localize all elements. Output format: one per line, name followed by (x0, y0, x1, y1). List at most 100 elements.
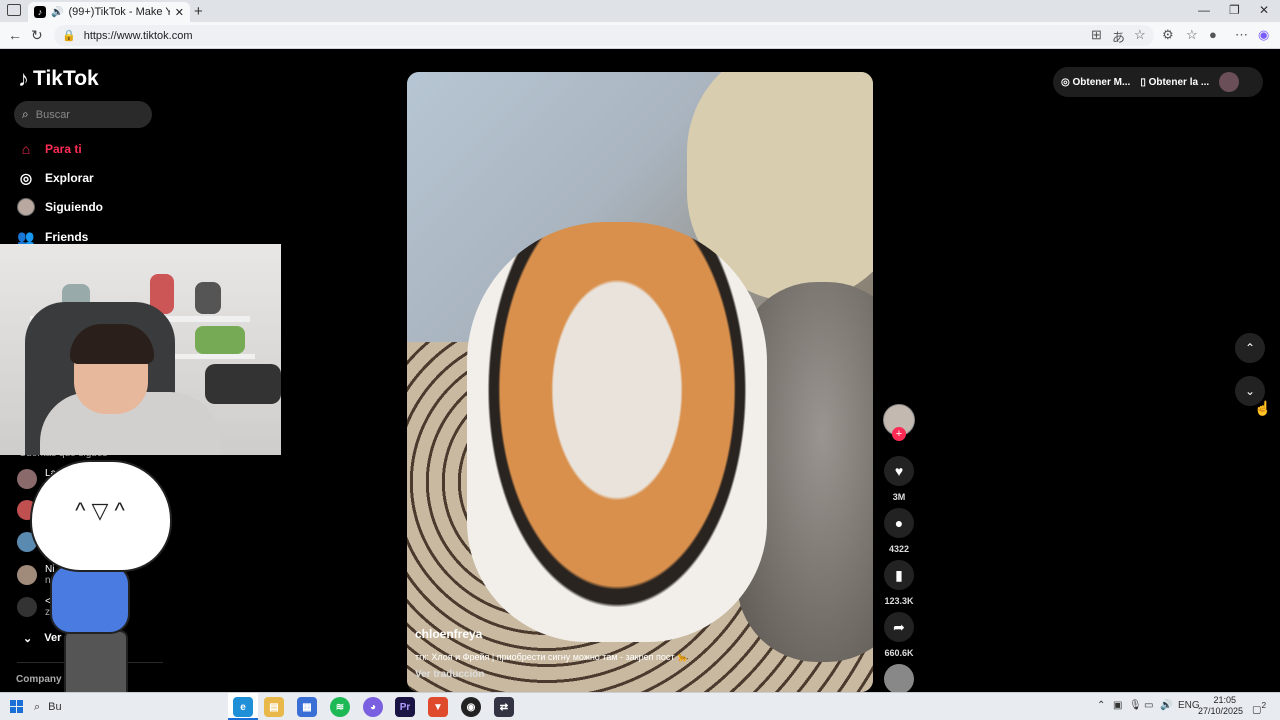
taskbar-search[interactable]: ⌕ Bu (34, 697, 224, 717)
microphone (205, 364, 281, 404)
language-indicator[interactable]: ENG (1178, 700, 1200, 711)
tiktok-note-icon: ♪ (18, 66, 29, 91)
heart-icon: ♥ (884, 456, 914, 486)
get-app-label: Obtener la ... (1148, 76, 1210, 88)
streamer-hair (70, 324, 154, 364)
creator-avatar[interactable]: + (881, 404, 917, 441)
extensions-icon[interactable]: ⚙ (1162, 27, 1174, 43)
close-tab-icon[interactable]: ✕ (175, 6, 184, 19)
comment-count: 4322 (888, 544, 910, 554)
sidebar-toggle-icon[interactable] (7, 4, 21, 16)
webcam-overlay (0, 244, 281, 455)
music-disc-button[interactable] (881, 664, 917, 692)
favorite-star-icon[interactable]: ☆ (1134, 27, 1146, 43)
share-button[interactable]: ➦ 660.6K (881, 612, 917, 658)
app-available-icon[interactable]: ⊞ (1091, 27, 1102, 43)
nav-para-ti[interactable]: ⌂ Para ti (17, 140, 82, 158)
calico-cat-image (467, 222, 767, 642)
search-icon: ⌕ (34, 700, 41, 713)
figure-image (195, 282, 221, 314)
top-right-bar: ◎ Obtener M... ▯ Obtener la ... (1053, 67, 1263, 97)
windows-taskbar: ⌕ Bu e ▤ ▦ ≋ ◕ Pr ▼ ◉ ⇄ ⌃ ▣ 🎙 ▭ 🔊 ENG 21… (0, 692, 1280, 720)
reload-button[interactable]: ↻ (31, 27, 43, 44)
clock[interactable]: 21:05 27/10/2025 (1198, 695, 1244, 717)
vtuber-legs (64, 630, 128, 700)
like-button[interactable]: ♥ 3M (881, 456, 917, 502)
taskbar-search-text: Bu (48, 701, 62, 713)
new-tab-button[interactable]: + (194, 3, 203, 20)
url-text: https://www.tiktok.com (83, 29, 193, 42)
chevron-up-icon: ⌃ (1244, 341, 1256, 355)
compass-icon: ◎ (19, 169, 33, 186)
tiktok-logo[interactable]: ♪ TikTok (18, 66, 99, 92)
mouse-cursor-icon: ☝ (1254, 400, 1272, 416)
save-button[interactable]: ▮ 123.3K (881, 560, 917, 606)
chevron-down-icon: ⌄ (1244, 384, 1256, 398)
notification-icon[interactable]: ▢2 (1252, 700, 1266, 715)
microphone-icon[interactable]: 🎙 (1129, 700, 1142, 711)
vtuber-face: ^ ▽ ^ (75, 498, 125, 523)
home-icon: ⌂ (21, 141, 31, 157)
nav-label: Friends (45, 230, 89, 244)
share-icon: ➦ (884, 612, 914, 642)
premiere-icon[interactable]: Pr (395, 697, 415, 717)
vtuber-avatar-overlay: ^ ▽ ^ (20, 458, 180, 718)
get-app-button[interactable]: ▯ Obtener la ... (1140, 77, 1209, 88)
close-window-button[interactable]: ✕ (1259, 3, 1269, 17)
collections-icon[interactable]: ☆ (1186, 27, 1198, 43)
browser-tab[interactable]: ♪ 🔊 (99+)TikTok - Make Your Day ✕ (28, 2, 190, 22)
nav-siguiendo[interactable]: Siguiendo (17, 198, 103, 216)
discord-icon[interactable]: ◕ (363, 697, 383, 717)
search-input[interactable] (35, 108, 136, 121)
translate-icon[interactable]: あ (1112, 27, 1125, 46)
address-bar-row: ← ↻ 🔒 https://www.tiktok.com ⊞ あ ☆ ⚙ ☆ ●… (0, 22, 1280, 49)
nav-explorar[interactable]: ◎ Explorar (17, 169, 94, 187)
edge-icon[interactable]: e (233, 697, 253, 717)
previous-video-button[interactable]: ⌃ (1235, 333, 1265, 363)
back-button[interactable]: ← (8, 27, 22, 43)
nav-label: Para ti (45, 142, 82, 156)
app-icon[interactable]: ⇄ (494, 697, 514, 717)
spotify-icon[interactable]: ≋ (330, 697, 350, 717)
video-username[interactable]: chloenfreya (415, 627, 482, 641)
get-coins-button[interactable]: ◎ Obtener M... (1061, 77, 1130, 88)
tab-title: (99+)TikTok - Make Your Day (68, 6, 170, 18)
nav-label: Siguiendo (45, 200, 103, 214)
browser-titlebar: ♪ 🔊 (99+)TikTok - Make Your Day ✕ + — ❐ … (0, 0, 1280, 22)
video-description: тгк: Хлоя и Фрейя | приобрести сигну мож… (415, 652, 689, 662)
file-explorer-icon[interactable]: ▤ (264, 697, 284, 717)
follow-plus-icon[interactable]: + (892, 427, 906, 441)
copilot-icon[interactable]: ◉ (1258, 27, 1269, 43)
network-icon[interactable]: ▭ (1144, 700, 1153, 711)
video-player[interactable]: chloenfreya тгк: Хлоя и Фрейя | приобрес… (407, 72, 873, 692)
tiktok-favicon-icon: ♪ (34, 6, 46, 18)
notification-count: 2 (1261, 700, 1267, 710)
vtuber-body (50, 564, 130, 634)
volume-icon[interactable]: 🔊 (1160, 700, 1172, 711)
minimize-button[interactable]: — (1198, 3, 1210, 17)
get-coins-label: Obtener M... (1072, 76, 1131, 88)
see-translation-link[interactable]: Ver traducción (415, 669, 484, 680)
more-menu-icon[interactable]: ⋯ (1235, 27, 1248, 43)
time: 21:05 (1213, 695, 1236, 705)
maximize-button[interactable]: ❐ (1229, 3, 1240, 17)
url-field[interactable]: 🔒 https://www.tiktok.com (54, 25, 1154, 46)
store-icon[interactable]: ▦ (297, 697, 317, 717)
date: 27/10/2025 (1198, 706, 1244, 716)
tray-app-icon[interactable]: ▣ (1113, 700, 1122, 711)
logo-text: TikTok (33, 67, 99, 90)
obs-icon[interactable]: ◉ (461, 697, 481, 717)
search-icon: ⌕ (22, 107, 29, 121)
brave-icon[interactable]: ▼ (428, 697, 448, 717)
tray-expand-icon[interactable]: ⌃ (1097, 700, 1105, 711)
share-count: 660.6K (884, 648, 914, 658)
like-count: 3M (892, 492, 906, 502)
user-avatar[interactable] (1219, 72, 1240, 92)
profile-icon[interactable]: ● (1209, 27, 1217, 42)
following-avatar (17, 198, 35, 216)
speaker-icon[interactable]: 🔊 (51, 7, 63, 18)
search-box[interactable]: ⌕ (14, 101, 152, 128)
start-button[interactable] (10, 700, 23, 713)
nav-label: Explorar (45, 171, 94, 185)
comment-button[interactable]: ● 4322 (881, 508, 917, 554)
